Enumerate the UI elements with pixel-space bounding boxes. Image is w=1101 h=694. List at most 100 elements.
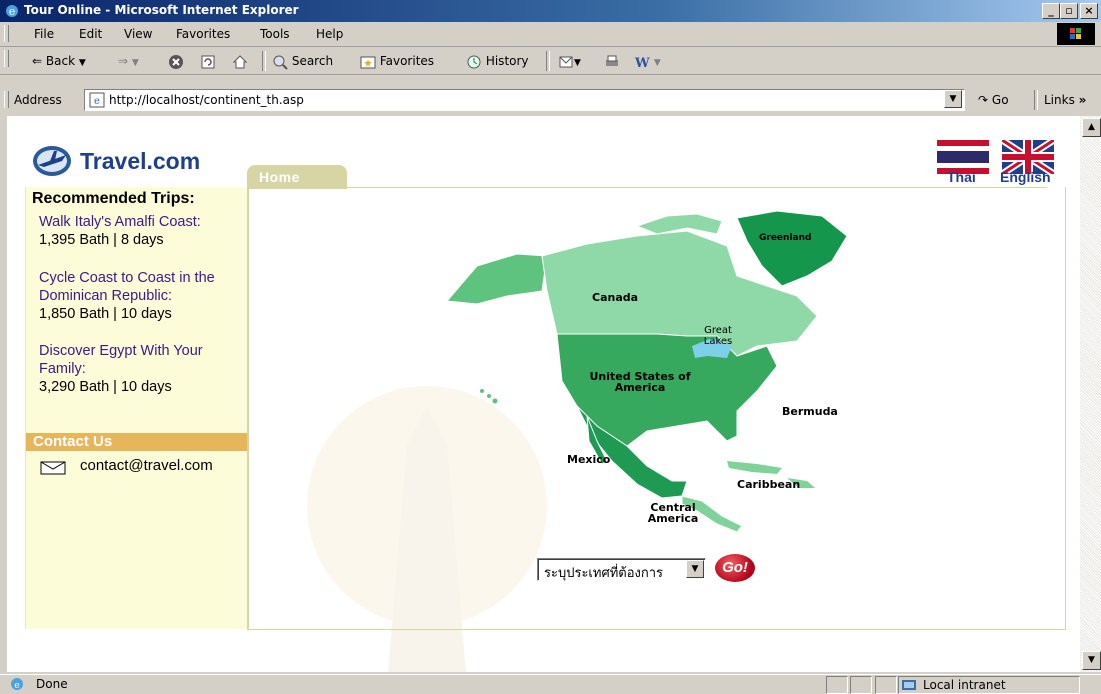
go-submit-button[interactable]: Go! [715, 554, 755, 582]
home-icon [232, 54, 248, 68]
chevron-down-icon[interactable]: ▼ [686, 560, 704, 578]
menu-tools[interactable]: Tools [260, 27, 290, 41]
favorites-label: Favorites [379, 54, 435, 68]
address-bar: Address e http://localhost/continent_th.… [0, 88, 1101, 112]
home-button[interactable] [232, 51, 248, 71]
refresh-button[interactable] [200, 51, 216, 71]
tab-home[interactable]: Home [247, 165, 347, 189]
toolbar-separator [1034, 90, 1038, 110]
go-arrow-icon: ↷ [978, 93, 989, 107]
print-button[interactable] [604, 51, 620, 71]
word-edit-button[interactable]: W ▼ [634, 51, 661, 71]
trip-item[interactable]: Walk Italy's Amalfi Coast: 1,395 Bath | … [39, 213, 201, 249]
zone-pane: Local intranet [898, 676, 1080, 694]
history-button[interactable]: History [466, 51, 529, 71]
recommended-trips-title: Recommended Trips: [32, 190, 195, 207]
links-label: Links [1044, 93, 1075, 107]
go-button[interactable]: ↷ Go [978, 90, 1009, 110]
trip-name[interactable]: Cycle Coast to Coast in the Dominican Re… [39, 269, 244, 305]
trip-name[interactable]: Discover Egypt With Your Family: [39, 342, 219, 378]
map-label-canada: Canada [592, 291, 639, 304]
menu-favorites[interactable]: Favorites [176, 27, 230, 41]
map-label-central-america: Central America [647, 501, 699, 525]
favorites-button[interactable]: Favorites [360, 51, 434, 71]
map-label-caribbean: Caribbean [737, 478, 801, 491]
search-icon [273, 55, 288, 70]
contact-us-header: Contact Us [26, 433, 247, 451]
status-bar: e Done Local intranet [0, 674, 1101, 694]
svg-text:e: e [9, 5, 16, 18]
back-label: Back [45, 54, 76, 68]
window-titlebar: e Tour Online - Microsoft Internet Explo… [0, 0, 1101, 22]
scroll-down-button[interactable]: ▼ [1082, 651, 1101, 670]
map-region-hawaii [480, 389, 484, 393]
svg-text:W: W [634, 56, 650, 70]
menu-view[interactable]: View [124, 27, 152, 41]
printer-icon [606, 55, 618, 66]
status-text: Done [36, 677, 68, 691]
map-label-bermuda: Bermuda [782, 405, 838, 418]
map-region-caribbean [727, 461, 782, 474]
lang-thai-link[interactable]: Thai [947, 169, 976, 185]
status-pane [826, 676, 848, 694]
plane-globe-icon [33, 146, 71, 176]
sidebar: Recommended Trips: Walk Italy's Amalfi C… [25, 187, 249, 629]
map-region-hawaii [487, 394, 491, 398]
ie-logo-icon: e [6, 5, 18, 18]
history-icon [467, 55, 481, 68]
map-region-greenland [736, 210, 848, 287]
address-dropdown-button[interactable]: ▼ [944, 90, 962, 108]
country-select-value: ระบุประเทศที่ต้องการ [544, 566, 664, 581]
trip-name[interactable]: Walk Italy's Amalfi Coast: [39, 213, 201, 231]
toolbar-grip [4, 50, 9, 67]
menu-bar: File Edit View Favorites Tools Help [0, 22, 1101, 47]
scroll-up-button[interactable]: ▲ [1082, 118, 1101, 137]
zone-text: Local intranet [923, 678, 1006, 692]
stop-icon [169, 54, 183, 69]
status-pane [875, 676, 897, 694]
map-label-usa: United States of America [589, 370, 691, 394]
toolbar-grip [4, 91, 9, 108]
window-title: Tour Online - Microsoft Internet Explore… [24, 3, 299, 17]
forward-button[interactable]: ⇒ ▼ [118, 51, 139, 71]
lang-english-link[interactable]: English [1000, 169, 1051, 185]
go-label: Go [991, 93, 1009, 107]
windows-logo-icon [1057, 23, 1095, 45]
back-arrow-icon: ⇐ [32, 54, 43, 68]
svg-text:e: e [14, 681, 19, 691]
page-viewport: Travel.com Home Thai English Recommended… [7, 116, 1080, 672]
page-icon: e [89, 92, 105, 108]
mail-button[interactable]: ▼ [558, 51, 581, 71]
envelope-icon [40, 461, 66, 475]
toolbar-separator [546, 51, 550, 71]
map-region-hawaii [492, 398, 498, 404]
search-label: Search [291, 54, 334, 68]
logo-text: Travel.com [80, 148, 201, 174]
trip-item[interactable]: Cycle Coast to Coast in the Dominican Re… [39, 269, 244, 323]
search-button[interactable]: Search [272, 51, 333, 71]
contact-email-link[interactable]: contact@travel.com [80, 457, 213, 474]
country-select[interactable]: ระบุประเทศที่ต้องการ ▼ [537, 558, 706, 581]
menu-edit[interactable]: Edit [79, 27, 102, 41]
favorites-icon [360, 56, 376, 68]
svg-text:e: e [94, 96, 100, 107]
address-url: http://localhost/continent_th.asp [109, 93, 304, 107]
menu-help[interactable]: Help [316, 27, 343, 41]
chevron-down-icon: ▼ [78, 58, 86, 68]
close-button[interactable]: × [1080, 3, 1098, 19]
map-region-alaska [445, 253, 548, 305]
vertical-scrollbar[interactable] [1080, 116, 1101, 672]
standard-toolbar: ⇐ Back ▼ ⇒ ▼ Search Favorites History ▼ … [0, 47, 1101, 75]
address-label: Address [14, 93, 62, 107]
menu-file[interactable]: File [34, 27, 54, 41]
maximize-button[interactable]: ▫ [1060, 3, 1078, 19]
mail-icon [559, 56, 573, 67]
trip-info: 1,395 Bath | 8 days [39, 232, 164, 248]
trip-info: 1,850 Bath | 10 days [39, 306, 172, 322]
stop-button[interactable] [168, 51, 184, 71]
minimize-button[interactable]: _ [1042, 3, 1060, 19]
trip-item[interactable]: Discover Egypt With Your Family: 3,290 B… [39, 342, 219, 396]
address-input[interactable]: e http://localhost/continent_th.asp [84, 89, 965, 111]
links-button[interactable]: Links » [1044, 90, 1086, 110]
back-button[interactable]: ⇐ Back ▼ [32, 51, 86, 71]
